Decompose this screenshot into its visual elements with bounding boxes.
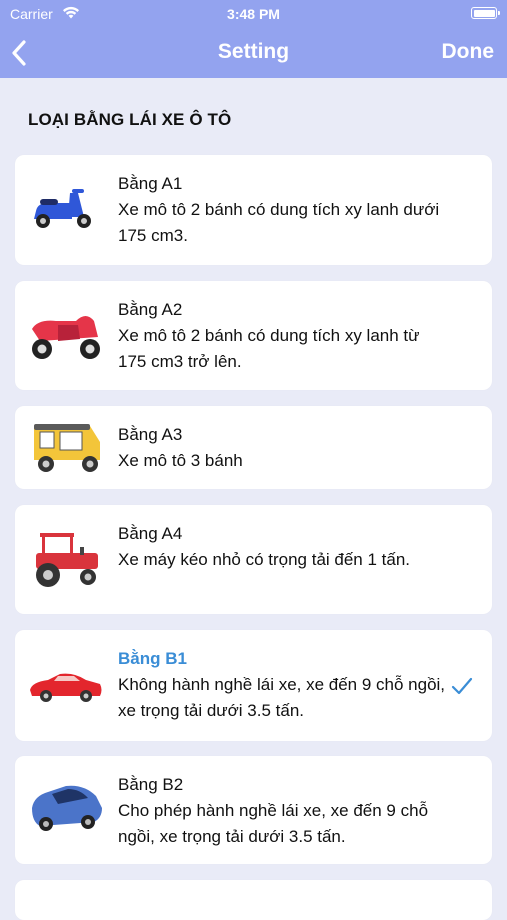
license-card-a3[interactable]: Bằng A3 Xe mô tô 3 bánh	[15, 406, 492, 489]
tractor-icon	[28, 529, 108, 594]
license-name: Bằng B2	[118, 775, 184, 794]
license-description: Xe mô tô 2 bánh có dung tích xy lanh từ …	[118, 326, 420, 371]
license-card-b2[interactable]: Bằng B2 Cho phép hành nghề lái xe, xe đế…	[15, 756, 492, 864]
tuk-tuk-icon	[28, 420, 108, 481]
sedan-icon	[28, 778, 108, 843]
motorcycle-icon	[28, 307, 108, 368]
page-title: Setting	[217, 40, 290, 63]
license-description: Xe mô tô 3 bánh	[118, 451, 243, 470]
license-card-a2[interactable]: Bằng A2 Xe mô tô 2 bánh có dung tích xy …	[15, 281, 492, 390]
license-card-next[interactable]	[15, 880, 492, 920]
done-button[interactable]: Done	[442, 40, 495, 64]
navigation-bar: Setting Done	[0, 28, 507, 78]
license-description: Cho phép hành nghề lái xe, xe đến 9 chỗ …	[118, 801, 429, 846]
license-card-a4[interactable]: Bằng A4 Xe máy kéo nhỏ có trọng tải đến …	[15, 505, 492, 614]
status-bar: Carrier 3:48 PM	[0, 0, 507, 28]
status-time: 3:48 PM	[227, 6, 280, 22]
license-name: Bằng A3	[118, 425, 183, 444]
license-name: Bằng A2	[118, 300, 183, 319]
license-card-a1[interactable]: Bằng A1 Xe mô tô 2 bánh có dung tích xy …	[15, 155, 492, 265]
license-card-b1[interactable]: Bằng B1 Không hành nghề lái xe, xe đến 9…	[15, 630, 492, 741]
battery-icon	[471, 7, 500, 19]
checkmark-icon	[450, 674, 474, 698]
license-name: Bằng B1	[118, 649, 187, 668]
license-description: Xe mô tô 2 bánh có dung tích xy lanh dướ…	[118, 200, 440, 245]
license-description: Không hành nghề lái xe, xe đến 9 chỗ ngồ…	[118, 675, 446, 720]
scooter-icon	[28, 185, 108, 240]
section-header: LOẠI BẰNG LÁI XE Ô TÔ	[28, 110, 232, 129]
license-description: Xe máy kéo nhỏ có trọng tải đến 1 tấn.	[118, 550, 411, 569]
sports-car-icon	[28, 668, 108, 709]
license-name: Bằng A4	[118, 524, 183, 543]
license-name: Bằng A1	[118, 174, 183, 193]
